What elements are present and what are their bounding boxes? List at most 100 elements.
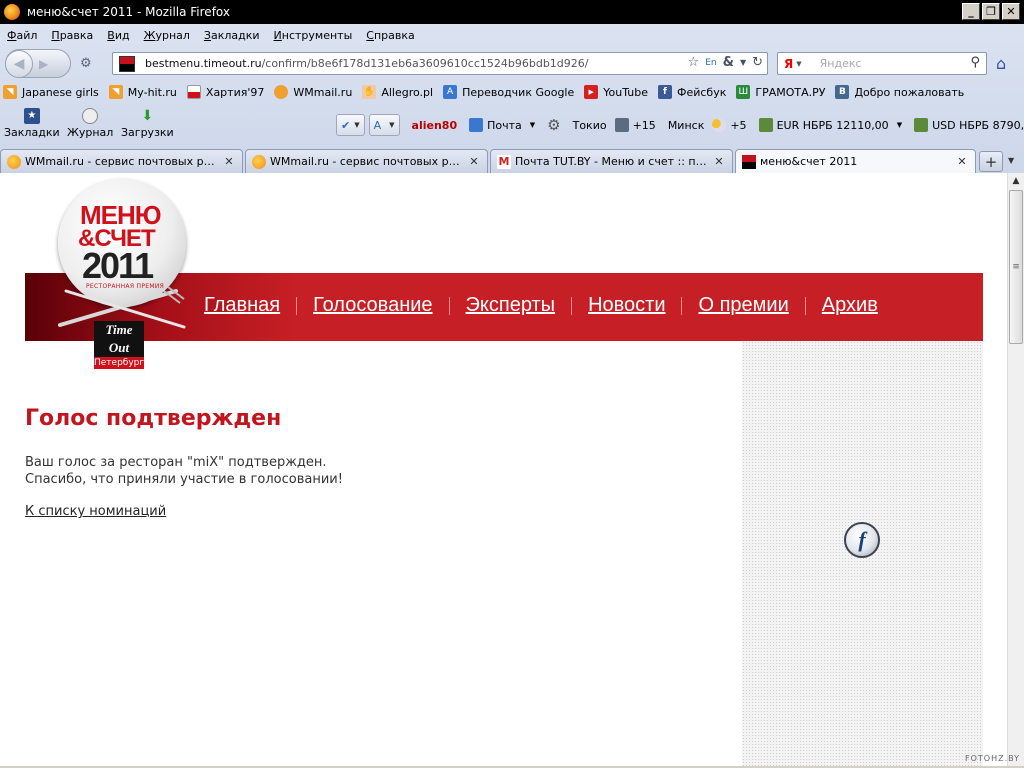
tab-tutby-mail[interactable]: M Почта TUT.BY - Меню и счет :: подтверж… — [490, 149, 733, 173]
minimize-button[interactable]: _ — [962, 3, 980, 20]
tab-list-dropdown-icon[interactable]: ▼ — [1008, 156, 1014, 165]
vertical-scrollbar[interactable]: ▲ ≡ — [1007, 173, 1024, 766]
url-path: /confirm/b8e6f178d131eb6a3609610cc1524b9… — [261, 57, 589, 70]
bookmark-label: WMmail.ru — [293, 85, 353, 99]
rss-icon: ◥ — [108, 85, 123, 99]
bookmark-star-icon[interactable]: ☆ — [688, 55, 700, 70]
plus-icon: + — [984, 152, 998, 171]
nav-experts[interactable]: Эксперты — [466, 294, 556, 317]
mail-label: Почта — [487, 118, 522, 132]
search-bar[interactable]: Я ▼ Яндекс ⚲ — [777, 52, 987, 75]
nav-divider — [448, 296, 450, 315]
logo-text-year: 2011 — [82, 245, 154, 286]
menu-edit[interactable]: Правка — [51, 29, 93, 42]
tab-close-icon[interactable]: ✕ — [955, 155, 969, 168]
translate-button[interactable]: A ▼ — [368, 114, 400, 136]
tab-close-icon[interactable]: ✕ — [712, 155, 726, 168]
nav-voting[interactable]: Голосование — [313, 294, 432, 317]
window-titlebar: меню&счет 2011 - Mozilla Firefox _ ❐ ✕ — [0, 0, 1024, 24]
tab-close-icon[interactable]: ✕ — [467, 155, 481, 168]
forward-button[interactable]: ▶ — [39, 57, 48, 71]
nav-home[interactable]: Главная — [204, 294, 280, 317]
wmmail-icon — [252, 154, 266, 169]
window-controls: _ ❐ ✕ — [962, 3, 1020, 20]
city-label: Минск — [667, 118, 705, 132]
tab-label: Почта TUT.BY - Меню и счет :: подтверж..… — [515, 155, 708, 168]
downloads-button[interactable]: ⬇ Загрузки — [121, 108, 174, 139]
settings-button[interactable]: ⚙ — [547, 116, 560, 134]
spellcheck-button[interactable]: ✔ ▼ — [336, 114, 365, 136]
search-go-icon[interactable]: ⚲ — [970, 55, 980, 70]
mail-button[interactable]: Почта ▼ — [469, 118, 535, 132]
maximize-button[interactable]: ❐ — [982, 3, 1000, 20]
bookmark-item[interactable]: Хартия'97 — [186, 85, 264, 99]
menu-tools[interactable]: Инструменты — [274, 29, 353, 42]
history-button-label: Журнал — [67, 126, 114, 139]
menu-bookmarks[interactable]: Закладки — [204, 29, 260, 42]
timeout-city: Петербург — [94, 357, 145, 369]
addon-icon[interactable]: ⚙ — [80, 56, 96, 72]
flag-icon — [186, 85, 201, 99]
menu-history[interactable]: Журнал — [144, 29, 190, 42]
menu-file[interactable]: Файл — [7, 29, 37, 42]
window-title: меню&счет 2011 - Mozilla Firefox — [27, 5, 230, 19]
weather-cloud-sun-icon — [712, 118, 727, 132]
url-text[interactable]: bestmenu.timeout.ru/confirm/b8e6f178d131… — [145, 57, 665, 70]
translate-small-icon[interactable]: En — [705, 58, 716, 68]
site-favicon-icon — [742, 154, 756, 169]
history-button[interactable]: Журнал — [67, 108, 113, 139]
tab-close-icon[interactable]: ✕ — [222, 155, 236, 168]
envelope-icon — [469, 118, 484, 132]
bookmarks-button[interactable]: ★ Закладки — [4, 108, 60, 139]
reload-icon[interactable]: ↻ — [752, 55, 763, 70]
yandex-logo-icon[interactable]: Я — [784, 57, 793, 71]
hand-icon: ✋ — [362, 85, 377, 99]
bookmark-item[interactable]: WMmail.ru — [274, 85, 352, 99]
currency-usd[interactable]: USD НБРБ 8790,00▼ — [914, 118, 1024, 132]
bookmark-item[interactable]: B Добро пожаловать — [835, 85, 964, 99]
gmail-icon: M — [497, 154, 511, 169]
search-engine-dropdown-icon[interactable]: ▼ — [796, 60, 801, 68]
tab-wmmail-2[interactable]: WMmail.ru - сервис почтовых рассылок... … — [245, 149, 488, 173]
site-logo[interactable]: МЕНЮ &СЧЕТ 2011 РЕСТОРАННАЯ ПРЕМИЯ Time … — [56, 179, 190, 369]
username-label: alien80 — [411, 118, 458, 132]
back-button[interactable]: ◀ — [5, 49, 33, 78]
menu-help[interactable]: Справка — [366, 29, 414, 42]
nav-archive[interactable]: Архив — [822, 294, 878, 317]
flash-plugin-icon[interactable]: f — [844, 522, 880, 558]
weather-minsk[interactable]: Минск +5 — [668, 118, 747, 132]
url-bar[interactable]: bestmenu.timeout.ru/confirm/b8e6f178d131… — [112, 52, 768, 75]
wmmail-icon — [274, 85, 289, 99]
bookmark-item[interactable]: ◥ Japanese girls — [3, 85, 99, 99]
tab-menu-schet[interactable]: меню&счет 2011 ✕ — [735, 149, 976, 173]
dropdown-arrow-icon[interactable]: ▼ — [740, 58, 746, 67]
menu-view[interactable]: Вид — [107, 29, 129, 42]
bookmark-item[interactable]: Ш ГРАМОТА.РУ — [736, 85, 825, 99]
tab-wmmail-1[interactable]: WMmail.ru - сервис почтовых рассылок... … — [0, 149, 243, 173]
user-login[interactable]: alien80 — [412, 119, 458, 132]
bookmark-label: Фейсбук — [676, 85, 727, 99]
scroll-thumb[interactable]: ≡ — [1009, 190, 1023, 344]
nominations-link[interactable]: К списку номинаций — [25, 504, 166, 519]
bookmark-item[interactable]: ✋ Allegro.pl — [362, 85, 433, 99]
home-icon[interactable]: ⌂ — [996, 54, 1018, 74]
temperature-label: +5 — [730, 118, 747, 132]
nav-about[interactable]: О премии — [698, 294, 788, 317]
bookmark-item[interactable]: ◥ My-hit.ru — [108, 85, 177, 99]
scroll-up-arrow-icon[interactable]: ▲ — [1008, 173, 1024, 189]
bookmark-label: YouTube — [603, 85, 648, 99]
bookmark-item[interactable]: ▶ YouTube — [584, 85, 648, 99]
close-button[interactable]: ✕ — [1002, 3, 1020, 20]
currency-eur[interactable]: EUR НБРБ 12110,00 ▼ — [758, 118, 902, 132]
url-bar-icons: ☆ En & ▼ ↻ — [688, 55, 763, 70]
bookmark-item[interactable]: A Переводчик Google — [443, 85, 574, 99]
page-content: МЕНЮ &СЧЕТ 2011 РЕСТОРАННАЯ ПРЕМИЯ Time … — [0, 173, 1007, 766]
nav-news[interactable]: Новости — [588, 294, 665, 317]
ampersand-icon[interactable]: & — [723, 55, 734, 70]
weather-tokyo[interactable]: Токио +15 — [573, 118, 656, 132]
tab-label: меню&счет 2011 — [760, 155, 858, 168]
search-input[interactable]: Яндекс — [820, 57, 862, 70]
bookmark-item[interactable]: f Фейсбук — [657, 85, 727, 99]
flash-ad-placeholder[interactable]: f — [742, 341, 983, 766]
new-tab-button[interactable]: + — [979, 151, 1003, 172]
